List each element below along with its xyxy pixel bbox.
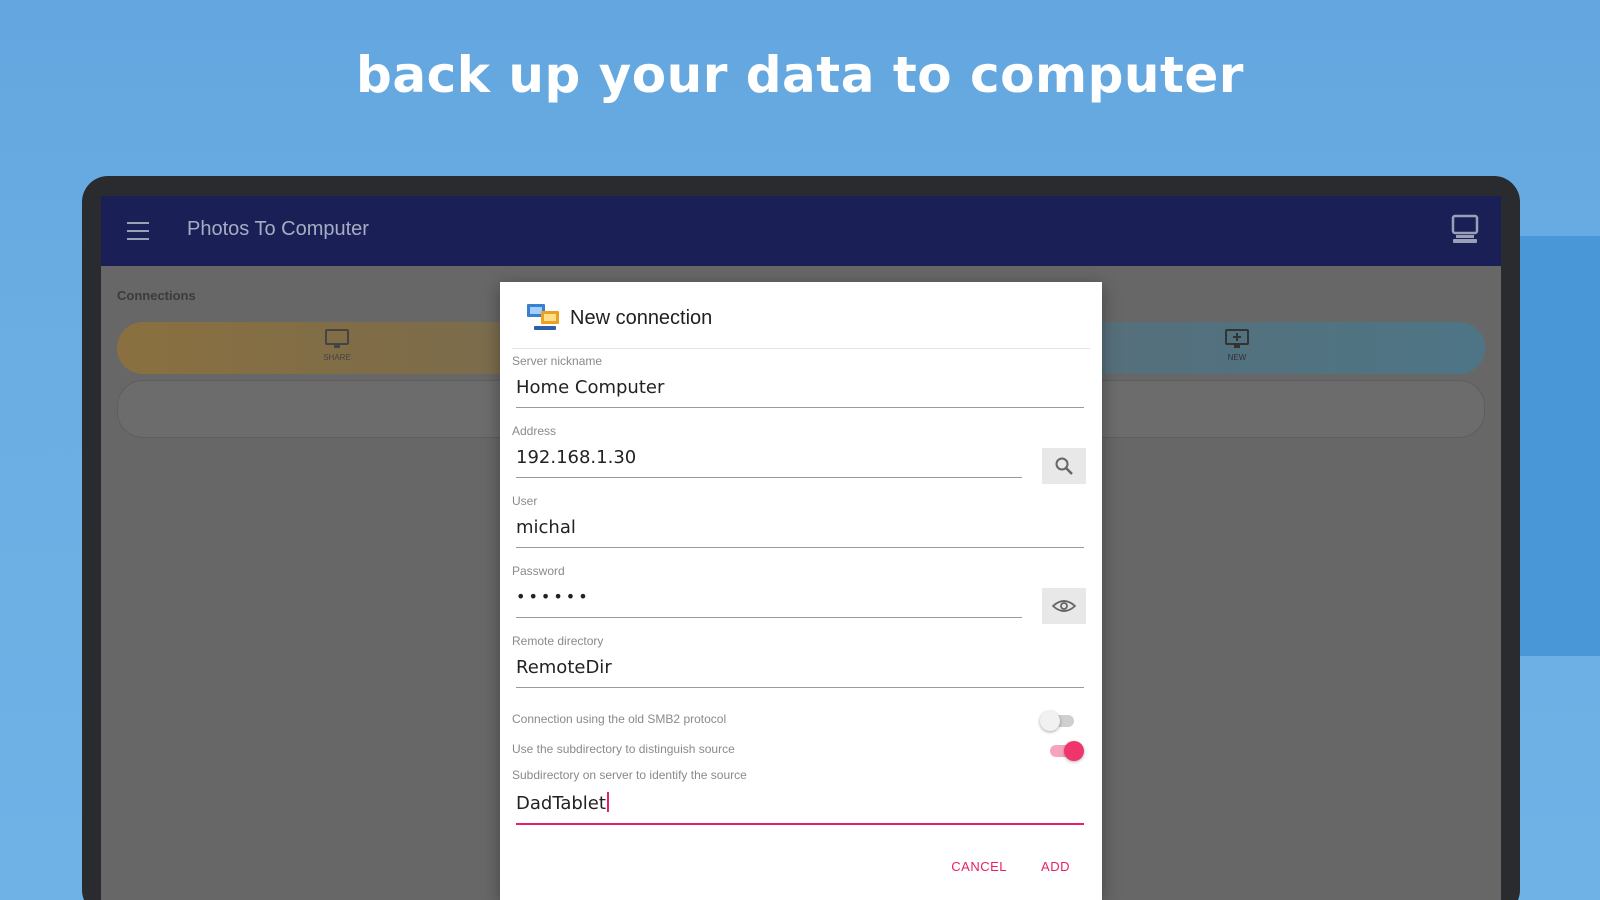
use-subdirectory-toggle-switch[interactable]: [1048, 740, 1084, 761]
password-underline: [516, 617, 1022, 618]
search-server-button[interactable]: [1042, 448, 1086, 484]
password-label: Password: [512, 564, 565, 578]
cancel-button[interactable]: CANCEL: [951, 859, 1007, 874]
user-label: User: [512, 494, 538, 508]
remote-directory-input[interactable]: RemoteDir: [516, 657, 612, 678]
dialog-header: New connection: [526, 300, 712, 336]
subdirectory-underline: [516, 823, 1084, 825]
password-input[interactable]: ••••••: [516, 587, 591, 606]
search-icon: [1055, 457, 1073, 475]
smb2-toggle-switch[interactable]: [1040, 710, 1076, 731]
remote-directory-underline: [516, 687, 1084, 688]
monitor-add-icon[interactable]: [1224, 328, 1250, 350]
add-button[interactable]: ADD: [1041, 859, 1070, 874]
address-label: Address: [512, 424, 557, 438]
subdirectory-label: Subdirectory on server to identify the s…: [512, 768, 747, 782]
address-field[interactable]: Address 192.168.1.30: [512, 424, 1022, 484]
smb2-toggle-label: Connection using the old SMB2 protocol: [512, 712, 727, 726]
nickname-input[interactable]: Home Computer: [516, 377, 664, 398]
app-logo-icon: [527, 304, 559, 330]
user-underline: [516, 547, 1084, 548]
dialog-actions: CANCEL ADD: [951, 859, 1070, 874]
subdirectory-field[interactable]: Subdirectory on server to identify the s…: [512, 768, 1084, 828]
tile-label-new: NEW: [1227, 353, 1247, 362]
remote-directory-label: Remote directory: [512, 634, 604, 648]
new-connection-dialog: New connection Server nickname Home Comp…: [500, 282, 1102, 900]
text-cursor: [606, 792, 609, 812]
eye-icon: [1052, 600, 1076, 612]
nickname-underline: [516, 407, 1084, 408]
subdirectory-input[interactable]: DadTablet: [516, 792, 609, 814]
dialog-divider: [512, 348, 1090, 349]
password-field[interactable]: Password ••••••: [512, 564, 1022, 624]
hamburger-menu-icon[interactable]: [127, 222, 149, 240]
address-underline: [516, 477, 1022, 478]
remote-directory-field[interactable]: Remote directory RemoteDir: [512, 634, 1084, 694]
use-subdirectory-toggle-label: Use the subdirectory to distinguish sour…: [512, 742, 735, 756]
computer-icon[interactable]: [1451, 214, 1479, 244]
dialog-title: New connection: [570, 306, 713, 329]
promo-headline: back up your data to computer: [356, 46, 1244, 104]
user-field[interactable]: User michal: [512, 494, 1084, 554]
nickname-label: Server nickname: [512, 354, 603, 368]
connections-section-label: Connections: [117, 288, 196, 303]
app-title: Photos To Computer: [187, 218, 369, 240]
subdirectory-input-text: DadTablet: [516, 793, 606, 814]
nickname-field[interactable]: Server nickname Home Computer: [512, 354, 1084, 414]
tile-label-share: SHARE: [323, 353, 351, 362]
user-input[interactable]: michal: [516, 517, 576, 538]
monitor-icon[interactable]: [324, 328, 350, 350]
address-input[interactable]: 192.168.1.30: [516, 447, 636, 468]
show-password-button[interactable]: [1042, 588, 1086, 624]
app-bar: Photos To Computer: [101, 196, 1501, 266]
